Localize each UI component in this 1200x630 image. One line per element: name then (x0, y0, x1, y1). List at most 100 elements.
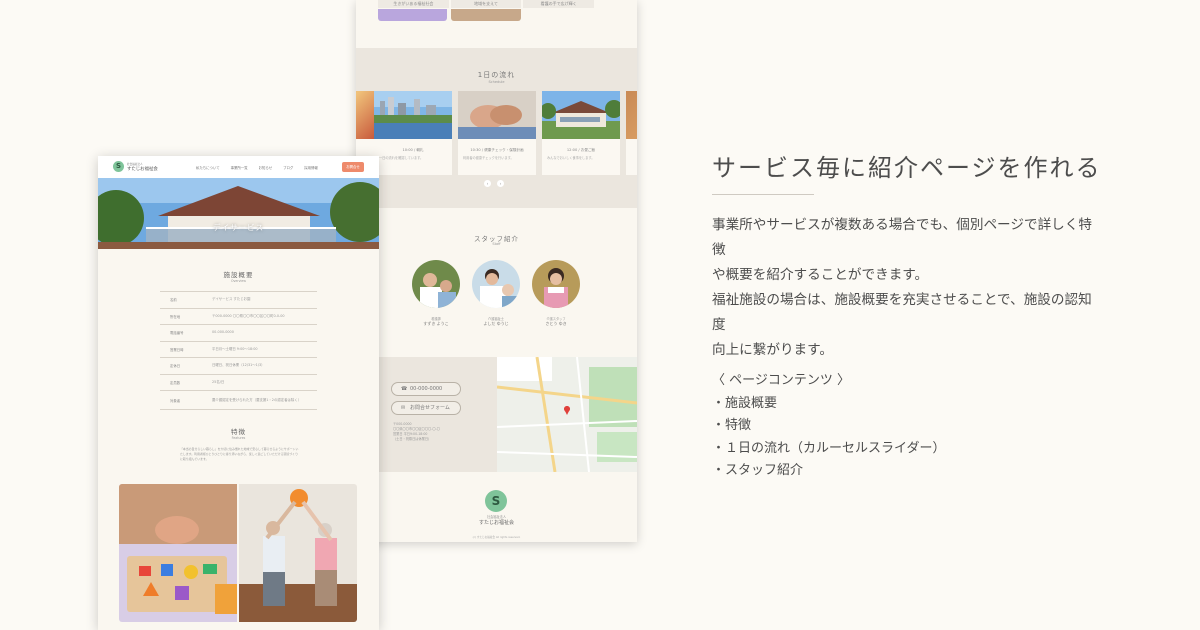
hero-image: デイサービス (98, 178, 379, 249)
staff-avatar (412, 260, 460, 308)
feature-photo-exercise (239, 484, 357, 622)
carousel-prev-button[interactable]: ‹ (484, 180, 491, 187)
schedule-card[interactable]: 12:00 / お昼ご飯 みんなでおいしく食事をします。 (540, 91, 623, 175)
table-row: 名前 デイサービス すたじお園 (160, 291, 317, 308)
feature-photo-puzzle (119, 484, 237, 622)
schedule-title: 1日の流れ (477, 71, 516, 79)
top-image (378, 9, 448, 21)
schedule-card[interactable]: 10:30 / 健康チェック・保険計画 利用者の健康チェックを行います。 (458, 91, 536, 175)
table-row: 定員数 25名/日 (160, 373, 317, 391)
description-line: 向上に繋がります。 (712, 342, 833, 358)
table-row: 定休日 日曜日、祝日休業（12/31〜1/3） (160, 357, 317, 374)
contents-item: ・１日の流れ（カルーセルスライダー） (712, 440, 946, 456)
overview-table: 名前 デイサービス すたじお園 所在地 〒000-0000 〇〇県〇〇市〇〇区〇〇町… (160, 291, 317, 410)
contents-list: 〈 ページコンテンツ 〉 ・施設概要 ・特徴 ・１日の流れ（カルーセルスライダー… (712, 370, 945, 483)
staff-subtitle: Staff (492, 242, 501, 246)
carousel-next-button[interactable]: › (497, 180, 504, 187)
row-label: 対象者 (170, 398, 181, 403)
contact-address: 〒000-0000 〇〇県〇〇市〇〇区〇〇〇-〇-〇 営業日 平日9:00-18… (393, 422, 440, 442)
contact-form-label: お問合せフォーム (410, 405, 450, 411)
description-line: や概要を紹介することができます。 (712, 267, 929, 283)
hero-title: デイサービス (213, 223, 264, 232)
staff-member[interactable]: 看護師 すずき ようこ (411, 260, 461, 327)
staff-name: よしだ ゆうじ (483, 321, 509, 326)
top-image (451, 9, 521, 21)
site-nav: 私たちについて 事業所一覧 お知らせ ブログ 採用情報 (196, 165, 318, 170)
row-label: 定員数 (170, 380, 181, 385)
row-label: 所在地 (170, 314, 181, 319)
row-label: 電話番号 (170, 331, 184, 336)
page-headline: サービス毎に紹介ページを作れる (712, 154, 1102, 182)
overview-subtitle: Overview (230, 279, 246, 283)
staff-name: すずき ようこ (423, 321, 449, 326)
site-brand[interactable]: すたじお福祉会 (127, 166, 158, 172)
top-link[interactable]: 看護の手で広げ輝く (523, 0, 595, 8)
schedule-text: みんなでおいしく食事をします。 (547, 156, 595, 160)
description-line: 福祉施設の場合は、施設概要を充実させることで、施設の認知度 (712, 292, 1092, 333)
row-value: 00-000-0000 (212, 330, 234, 335)
feature-text: 「本当の自分らしい暮らし」を大切に住み慣れた地域で安心して暮らせるようにサポート… (180, 447, 299, 461)
row-value: 〒000-0000 〇〇県〇〇市〇〇区〇〇町0-0-00 (212, 313, 285, 318)
staff-avatar (472, 260, 520, 308)
footer-copyright: (c) すたじお福祉会 All rights reserved. (472, 536, 521, 539)
top-link-row: 生きがいある福祉社会 地域を支えて 看護の手で広げ輝く (378, 0, 595, 8)
table-row: 対象者 要介護認定を受けられた方（要支援1・2の認定者は除く） (160, 390, 317, 410)
feature-subtitle: Features (231, 436, 246, 440)
facility-page-mock: S 社会福祉法人 すたじお福祉会 私たちについて 事業所一覧 お知らせ ブログ … (98, 156, 379, 630)
top-link[interactable]: 地域を支えて (450, 0, 522, 8)
row-value: 25名/日 (212, 379, 225, 384)
top-link[interactable]: 生きがいある福祉社会 (378, 0, 449, 8)
phone-number: 00-000-0000 (410, 386, 443, 392)
mail-icon: ✉ (401, 405, 406, 411)
description-line: 事業所やサービスが複数ある場合でも、個別ページで詳しく特徴 (712, 217, 1092, 258)
contents-item: ・施設概要 (712, 395, 778, 411)
schedule-card-partial[interactable] (626, 91, 637, 175)
row-label: 営業日時 (170, 347, 184, 352)
contents-heading: 〈 ページコンテンツ 〉 (712, 373, 851, 388)
table-row: 電話番号 00-000-0000 (160, 324, 317, 341)
contact-form-button[interactable]: ✉ お問合せフォーム (391, 401, 461, 415)
nav-item[interactable]: 採用情報 (304, 165, 318, 170)
schedule-page-mock: 生きがいある福祉社会 地域を支えて 看護の手で広げ輝く 1日の流れ Schedu… (356, 0, 637, 542)
top-image-row (378, 9, 594, 21)
schedule-text: 利用者の健康チェックを行います。 (463, 156, 514, 160)
footer-logo[interactable]: S (485, 490, 507, 512)
address-line: （土日・祝祭日は休業日） (393, 437, 432, 441)
contact-cta-button[interactable]: お問合せ (342, 162, 364, 172)
row-value: 要介護認定を受けられた方（要支援1・2の認定者は除く） (212, 397, 302, 402)
table-row: 所在地 〒000-0000 〇〇県〇〇市〇〇区〇〇町0-0-00 (160, 307, 317, 325)
staff-member[interactable]: 介護スタッフ さとう ゆき (531, 260, 581, 327)
row-value: デイサービス すたじお園 (212, 297, 251, 302)
schedule-text: 一日の流れを確認しています。 (379, 156, 424, 160)
schedule-subtitle: Schedule (488, 80, 505, 84)
nav-item[interactable]: ブログ (283, 165, 293, 170)
overview-title: 施設概要 (223, 271, 254, 279)
contents-item: ・スタッフ紹介 (712, 463, 804, 478)
nav-item[interactable]: 事業所一覧 (231, 165, 248, 170)
staff-avatar (532, 260, 580, 308)
schedule-card[interactable]: 10:00 / 朝礼 一日の流れを確認しています。 (374, 91, 452, 175)
row-value: 平日月〜土曜日 9:00〜18:00 (212, 346, 258, 351)
row-label: 定休日 (170, 364, 181, 369)
row-label: 名前 (170, 298, 177, 303)
schedule-photo-river (374, 91, 452, 139)
top-image (524, 9, 594, 21)
site-logo[interactable]: S (113, 161, 124, 172)
schedule-photo (626, 91, 637, 139)
carousel-controls: ‹ › (484, 180, 504, 187)
description: 事業所やサービスが複数ある場合でも、個別ページで詳しく特徴 や概要を紹介すること… (712, 213, 1102, 363)
phone-button[interactable]: ☎ 00-000-0000 (391, 382, 461, 396)
staff-name: さとう ゆき (545, 321, 567, 326)
nav-item[interactable]: お知らせ (259, 165, 273, 170)
staff-member[interactable]: 介護福祉士 よしだ ゆうじ (471, 260, 521, 327)
schedule-photo (356, 91, 374, 139)
nav-item[interactable]: 私たちについて (196, 165, 220, 170)
row-value: 日曜日、祝日休業（12/31〜1/3） (212, 363, 265, 368)
feature-title: 特徴 (231, 428, 246, 436)
access-map[interactable] (497, 357, 637, 472)
phone-icon: ☎ (401, 386, 408, 392)
table-row: 営業日時 平日月〜土曜日 9:00〜18:00 (160, 340, 317, 358)
site-header: S 社会福祉法人 すたじお福祉会 私たちについて 事業所一覧 お知らせ ブログ … (98, 156, 379, 178)
divider (712, 194, 814, 195)
contents-item: ・特徴 (712, 418, 752, 433)
